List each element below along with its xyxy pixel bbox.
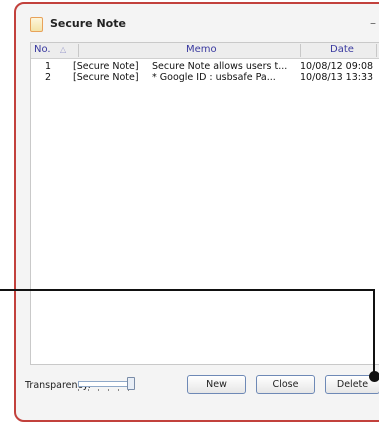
slider-tick [118,389,119,391]
column-separator [376,44,377,57]
slider-thumb[interactable] [127,377,135,390]
window-title: Secure Note [50,17,126,30]
column-header-date[interactable]: Date [330,44,354,58]
slider-tick [88,389,89,391]
slider-tick [78,389,79,391]
bottom-bar: Transparency: New Close Delete [16,370,379,400]
row-date: 10/08/13 13:33 [300,72,374,83]
annotation-dot [369,371,379,382]
column-separator [78,44,79,57]
secure-note-window: Secure Note – No. △ Memo Date 1 [Secure … [14,2,379,422]
slider-track [78,381,132,387]
row-type: [Secure Note] [73,72,139,83]
table-row[interactable]: 2 [Secure Note] * Google ID : usbsafe Pa… [31,72,379,83]
minimize-button[interactable]: – [368,16,378,30]
new-button[interactable]: New [187,375,246,394]
annotation-line [373,289,375,374]
row-number: 1 [45,61,52,72]
note-icon [30,17,43,32]
transparency-slider[interactable] [78,377,136,391]
close-button[interactable]: Close [256,375,315,394]
column-separator [300,44,301,57]
column-header-no[interactable]: No. [34,44,51,58]
list-header: No. △ Memo Date [31,43,379,59]
row-number: 2 [45,72,52,83]
title-bar[interactable]: Secure Note – [16,4,379,40]
slider-tick [98,389,99,391]
notes-list[interactable]: No. △ Memo Date 1 [Secure Note] Secure N… [30,42,379,365]
row-memo: * Google ID : usbsafe Pa... [152,72,276,83]
row-type: [Secure Note] [73,61,139,72]
slider-tick [108,389,109,391]
row-memo: Secure Note allows users t... [152,61,288,72]
sort-indicator-icon: △ [60,45,67,54]
row-date: 10/08/12 09:08 [300,61,374,72]
column-header-memo[interactable]: Memo [186,44,217,58]
annotation-line [0,289,375,291]
table-row[interactable]: 1 [Secure Note] Secure Note allows users… [31,61,379,72]
